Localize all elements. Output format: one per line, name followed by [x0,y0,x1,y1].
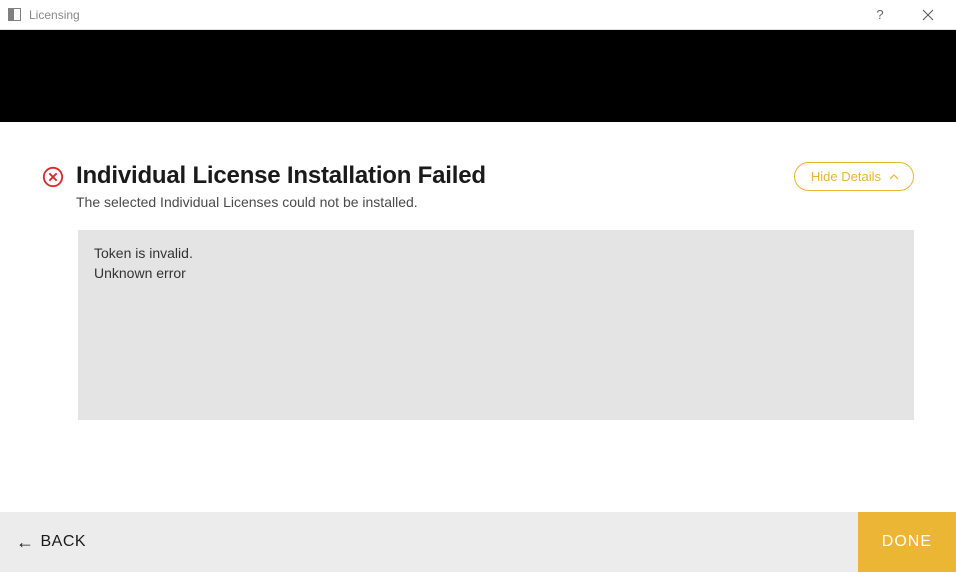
page-title: Individual License Installation Failed [76,162,782,190]
error-details-box: Token is invalid. Unknown error [78,230,914,420]
error-icon [42,166,64,188]
app-icon [8,8,21,21]
close-icon [922,9,934,21]
chevron-up-icon [889,174,899,180]
content-area: Individual License Installation Failed T… [0,122,956,512]
done-label: DONE [882,533,932,551]
footer-spacer [102,512,858,572]
hide-details-label: Hide Details [811,169,881,184]
header-text: Individual License Installation Failed T… [76,162,782,210]
arrow-left-icon: ← [16,532,35,553]
back-label: BACK [41,533,87,551]
banner [0,30,956,122]
back-button[interactable]: ← BACK [0,512,102,572]
help-button[interactable]: ? [868,3,892,27]
page-subtitle: The selected Individual Licenses could n… [76,194,782,210]
window-controls: ? [868,3,948,27]
done-button[interactable]: DONE [858,512,956,572]
window-titlebar: Licensing ? [0,0,956,30]
close-button[interactable] [916,3,940,27]
header-row: Individual License Installation Failed T… [42,162,914,210]
window-title: Licensing [29,8,868,22]
hide-details-button[interactable]: Hide Details [794,162,914,191]
footer: ← BACK DONE [0,512,956,572]
